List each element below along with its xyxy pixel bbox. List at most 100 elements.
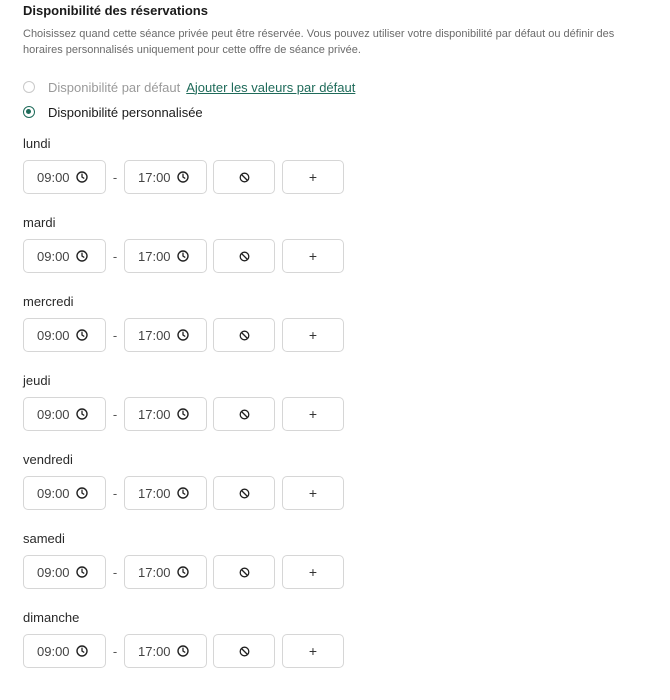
start-time-input[interactable]: 09:00 bbox=[23, 397, 106, 431]
start-time-input[interactable]: 09:00 bbox=[23, 555, 106, 589]
unavailable-button[interactable] bbox=[213, 555, 275, 589]
end-time-value: 17:00 bbox=[138, 643, 171, 659]
clock-icon[interactable] bbox=[76, 250, 88, 262]
add-slot-button[interactable]: + bbox=[282, 555, 344, 589]
day-label-samedi: samedi bbox=[23, 531, 65, 546]
start-time-input[interactable]: 09:00 bbox=[23, 634, 106, 668]
start-time-value: 09:00 bbox=[37, 169, 70, 185]
day-label-lundi: lundi bbox=[23, 136, 51, 151]
radio-custom[interactable] bbox=[23, 106, 35, 118]
start-time-input[interactable]: 09:00 bbox=[23, 239, 106, 273]
time-separator: - bbox=[112, 169, 118, 185]
radio-default[interactable] bbox=[23, 81, 35, 93]
block-icon bbox=[239, 251, 249, 261]
block-icon bbox=[239, 488, 249, 498]
end-time-value: 17:00 bbox=[138, 406, 171, 422]
end-time-input[interactable]: 17:00 bbox=[124, 318, 207, 352]
clock-icon[interactable] bbox=[177, 329, 189, 341]
day-row-dimanche: 09:00 - 17:00 + bbox=[23, 634, 344, 668]
start-time-value: 09:00 bbox=[37, 643, 70, 659]
start-time-value: 09:00 bbox=[37, 406, 70, 422]
end-time-value: 17:00 bbox=[138, 485, 171, 501]
start-time-value: 09:00 bbox=[37, 485, 70, 501]
unavailable-button[interactable] bbox=[213, 160, 275, 194]
day-row-mardi: 09:00 - 17:00 + bbox=[23, 239, 344, 273]
time-separator: - bbox=[112, 327, 118, 343]
end-time-input[interactable]: 17:00 bbox=[124, 476, 207, 510]
end-time-input[interactable]: 17:00 bbox=[124, 634, 207, 668]
day-row-vendredi: 09:00 - 17:00 + bbox=[23, 476, 344, 510]
unavailable-button[interactable] bbox=[213, 239, 275, 273]
end-time-value: 17:00 bbox=[138, 327, 171, 343]
start-time-value: 09:00 bbox=[37, 564, 70, 580]
start-time-input[interactable]: 09:00 bbox=[23, 318, 106, 352]
option-custom-label: Disponibilité personnalisée bbox=[48, 104, 203, 120]
add-slot-button[interactable]: + bbox=[282, 318, 344, 352]
clock-icon[interactable] bbox=[76, 487, 88, 499]
day-label-vendredi: vendredi bbox=[23, 452, 73, 467]
plus-icon: + bbox=[308, 169, 318, 185]
clock-icon[interactable] bbox=[76, 171, 88, 183]
time-separator: - bbox=[112, 406, 118, 422]
section-description: Choisissez quand cette séance privée peu… bbox=[23, 28, 615, 56]
block-icon bbox=[239, 409, 249, 419]
clock-icon[interactable] bbox=[177, 250, 189, 262]
block-icon bbox=[239, 567, 249, 577]
end-time-value: 17:00 bbox=[138, 248, 171, 264]
day-label-jeudi: jeudi bbox=[23, 373, 51, 388]
option-default-availability[interactable]: Disponibilité par défaut Ajouter les val… bbox=[23, 79, 355, 95]
clock-icon[interactable] bbox=[76, 566, 88, 578]
add-slot-button[interactable]: + bbox=[282, 160, 344, 194]
clock-icon[interactable] bbox=[76, 645, 88, 657]
time-separator: - bbox=[112, 248, 118, 264]
day-row-jeudi: 09:00 - 17:00 + bbox=[23, 397, 344, 431]
time-separator: - bbox=[112, 564, 118, 580]
plus-icon: + bbox=[308, 485, 318, 501]
add-defaults-link[interactable]: Ajouter les valeurs par défaut bbox=[186, 80, 355, 95]
start-time-value: 09:00 bbox=[37, 248, 70, 264]
day-label-mercredi: mercredi bbox=[23, 294, 74, 309]
end-time-input[interactable]: 17:00 bbox=[124, 397, 207, 431]
day-row-mercredi: 09:00 - 17:00 + bbox=[23, 318, 344, 352]
start-time-input[interactable]: 09:00 bbox=[23, 160, 106, 194]
plus-icon: + bbox=[308, 643, 318, 659]
time-separator: - bbox=[112, 643, 118, 659]
end-time-input[interactable]: 17:00 bbox=[124, 555, 207, 589]
block-icon bbox=[239, 646, 249, 656]
clock-icon[interactable] bbox=[177, 487, 189, 499]
end-time-value: 17:00 bbox=[138, 564, 171, 580]
time-separator: - bbox=[112, 485, 118, 501]
end-time-value: 17:00 bbox=[138, 169, 171, 185]
day-label-dimanche: dimanche bbox=[23, 610, 80, 625]
plus-icon: + bbox=[308, 564, 318, 580]
unavailable-button[interactable] bbox=[213, 476, 275, 510]
option-custom-availability[interactable]: Disponibilité personnalisée bbox=[23, 104, 203, 120]
day-row-samedi: 09:00 - 17:00 + bbox=[23, 555, 344, 589]
end-time-input[interactable]: 17:00 bbox=[124, 160, 207, 194]
clock-icon[interactable] bbox=[177, 645, 189, 657]
section-title: Disponibilité des réservations bbox=[23, 3, 208, 18]
unavailable-button[interactable] bbox=[213, 318, 275, 352]
clock-icon[interactable] bbox=[76, 408, 88, 420]
unavailable-button[interactable] bbox=[213, 634, 275, 668]
day-label-mardi: mardi bbox=[23, 215, 56, 230]
plus-icon: + bbox=[308, 327, 318, 343]
add-slot-button[interactable]: + bbox=[282, 397, 344, 431]
block-icon bbox=[239, 172, 249, 182]
add-slot-button[interactable]: + bbox=[282, 239, 344, 273]
day-row-lundi: 09:00 - 17:00 + bbox=[23, 160, 344, 194]
start-time-input[interactable]: 09:00 bbox=[23, 476, 106, 510]
clock-icon[interactable] bbox=[177, 408, 189, 420]
start-time-value: 09:00 bbox=[37, 327, 70, 343]
unavailable-button[interactable] bbox=[213, 397, 275, 431]
clock-icon[interactable] bbox=[177, 171, 189, 183]
plus-icon: + bbox=[308, 248, 318, 264]
clock-icon[interactable] bbox=[177, 566, 189, 578]
plus-icon: + bbox=[308, 406, 318, 422]
add-slot-button[interactable]: + bbox=[282, 476, 344, 510]
option-default-label: Disponibilité par défaut bbox=[48, 79, 181, 95]
clock-icon[interactable] bbox=[76, 329, 88, 341]
add-slot-button[interactable]: + bbox=[282, 634, 344, 668]
end-time-input[interactable]: 17:00 bbox=[124, 239, 207, 273]
block-icon bbox=[239, 330, 249, 340]
